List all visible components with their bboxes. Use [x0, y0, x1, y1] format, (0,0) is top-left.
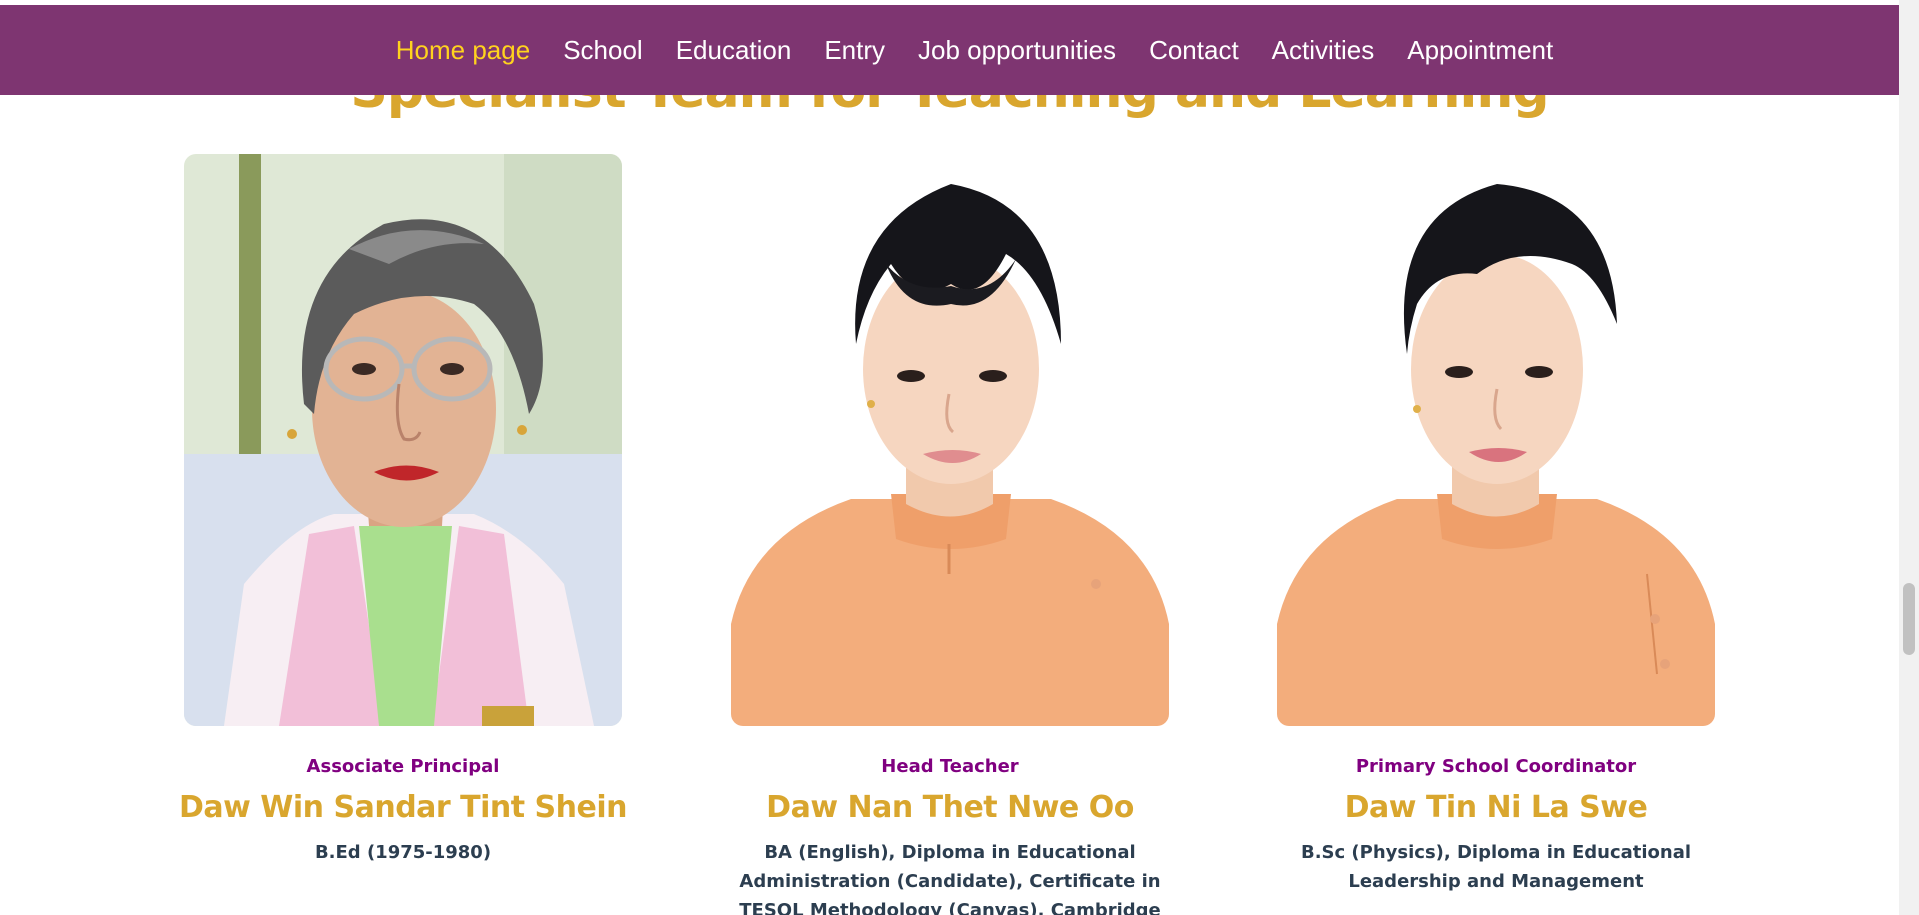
page: Specialist Team for Teaching and Learnin… [0, 0, 1919, 915]
team-qualifications: B.Ed (1975-1980) [314, 842, 492, 863]
scrollbar-thumb[interactable] [1903, 583, 1915, 655]
team-name: Daw Nan Thet Nwe Oo [766, 790, 1134, 825]
nav-home-page[interactable]: Home page [396, 35, 530, 66]
team-card: Head Teacher Daw Nan Thet Nwe Oo BA (Eng… [690, 154, 1210, 915]
portrait-image [184, 154, 622, 726]
nav-education[interactable]: Education [676, 35, 792, 66]
team-qualifications: BA (English), Diploma in Educational Adm… [739, 842, 1161, 915]
nav-job-opportunities[interactable]: Job opportunities [918, 35, 1116, 66]
page-scrollbar[interactable] [1899, 0, 1919, 915]
nav-appointment[interactable]: Appointment [1407, 35, 1553, 66]
portrait-photo [1277, 154, 1715, 726]
team-role: Associate Principal [306, 756, 500, 777]
nav-contact[interactable]: Contact [1149, 35, 1239, 66]
portrait-photo [184, 154, 622, 726]
team-card: Associate Principal Daw Win Sandar Tint … [143, 154, 663, 867]
team-name: Daw Win Sandar Tint Shein [179, 790, 628, 825]
team-role: Primary School Coordinator [1355, 756, 1637, 777]
team-qualifications: B.Sc (Physics), Diploma in Educational L… [1300, 842, 1692, 892]
portrait-image [731, 154, 1169, 726]
team-name: Daw Tin Ni La Swe [1344, 790, 1648, 825]
portrait-photo [731, 154, 1169, 726]
portrait-image [1277, 154, 1715, 726]
main-navbar: Home page School Education Entry Job opp… [0, 5, 1899, 95]
nav-entry[interactable]: Entry [824, 35, 885, 66]
nav-list: Home page School Education Entry Job opp… [346, 35, 1553, 66]
nav-activities[interactable]: Activities [1272, 35, 1375, 66]
team-card: Primary School Coordinator Daw Tin Ni La… [1236, 154, 1756, 896]
team-role: Head Teacher [881, 756, 1019, 777]
nav-school[interactable]: School [563, 35, 643, 66]
